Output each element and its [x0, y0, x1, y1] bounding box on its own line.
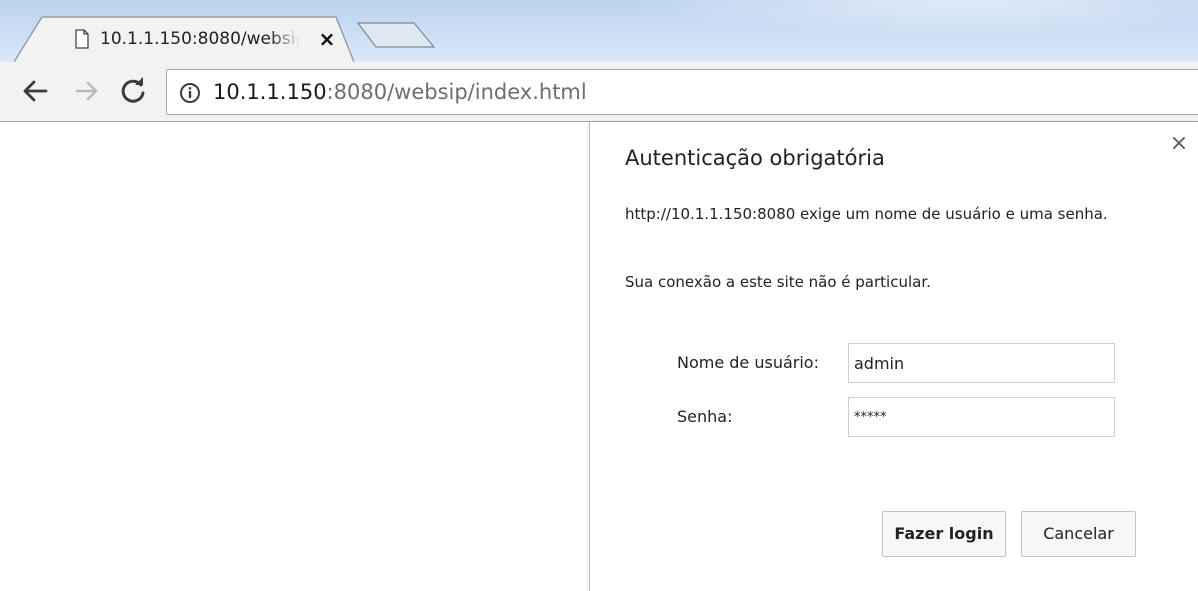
dialog-privacy-note: Sua conexão a este site não é particular… — [625, 273, 931, 291]
arrow-right-icon[interactable] — [73, 76, 103, 106]
auth-dialog: × Autenticação obrigatória http://10.1.1… — [589, 122, 1198, 591]
page-icon — [75, 29, 89, 49]
info-icon[interactable] — [179, 82, 201, 104]
new-tab-button[interactable] — [356, 22, 436, 48]
tab-strip: 10.1.1.150:8080/websip/index.html × — [0, 0, 1198, 62]
password-input[interactable] — [848, 397, 1115, 437]
username-label: Nome de usuário: — [677, 353, 819, 372]
login-button[interactable]: Fazer login — [882, 511, 1006, 557]
browser-tab[interactable]: 10.1.1.150:8080/websip/index.html × — [14, 16, 354, 62]
password-label: Senha: — [677, 407, 733, 426]
username-input[interactable] — [848, 343, 1115, 383]
url-path: :8080/websip/index.html — [326, 80, 587, 104]
dialog-title: Autenticação obrigatória — [625, 146, 885, 170]
reload-icon[interactable] — [118, 76, 148, 106]
tab-close-icon[interactable]: × — [314, 25, 340, 53]
close-icon[interactable]: × — [1169, 133, 1189, 155]
tab-strip-background — [620, 0, 1198, 40]
url-host: 10.1.1.150 — [213, 80, 327, 104]
address-bar[interactable]: 10.1.1.150:8080/websip/index.html — [166, 69, 1198, 115]
url-text[interactable]: 10.1.1.150:8080/websip/index.html — [213, 70, 587, 114]
arrow-left-icon[interactable] — [20, 76, 50, 106]
tab-title: 10.1.1.150:8080/websip/index.html — [100, 29, 300, 49]
cancel-button[interactable]: Cancelar — [1021, 511, 1136, 557]
dialog-message: http://10.1.1.150:8080 exige um nome de … — [625, 205, 1108, 223]
browser-toolbar: 10.1.1.150:8080/websip/index.html — [0, 62, 1198, 122]
